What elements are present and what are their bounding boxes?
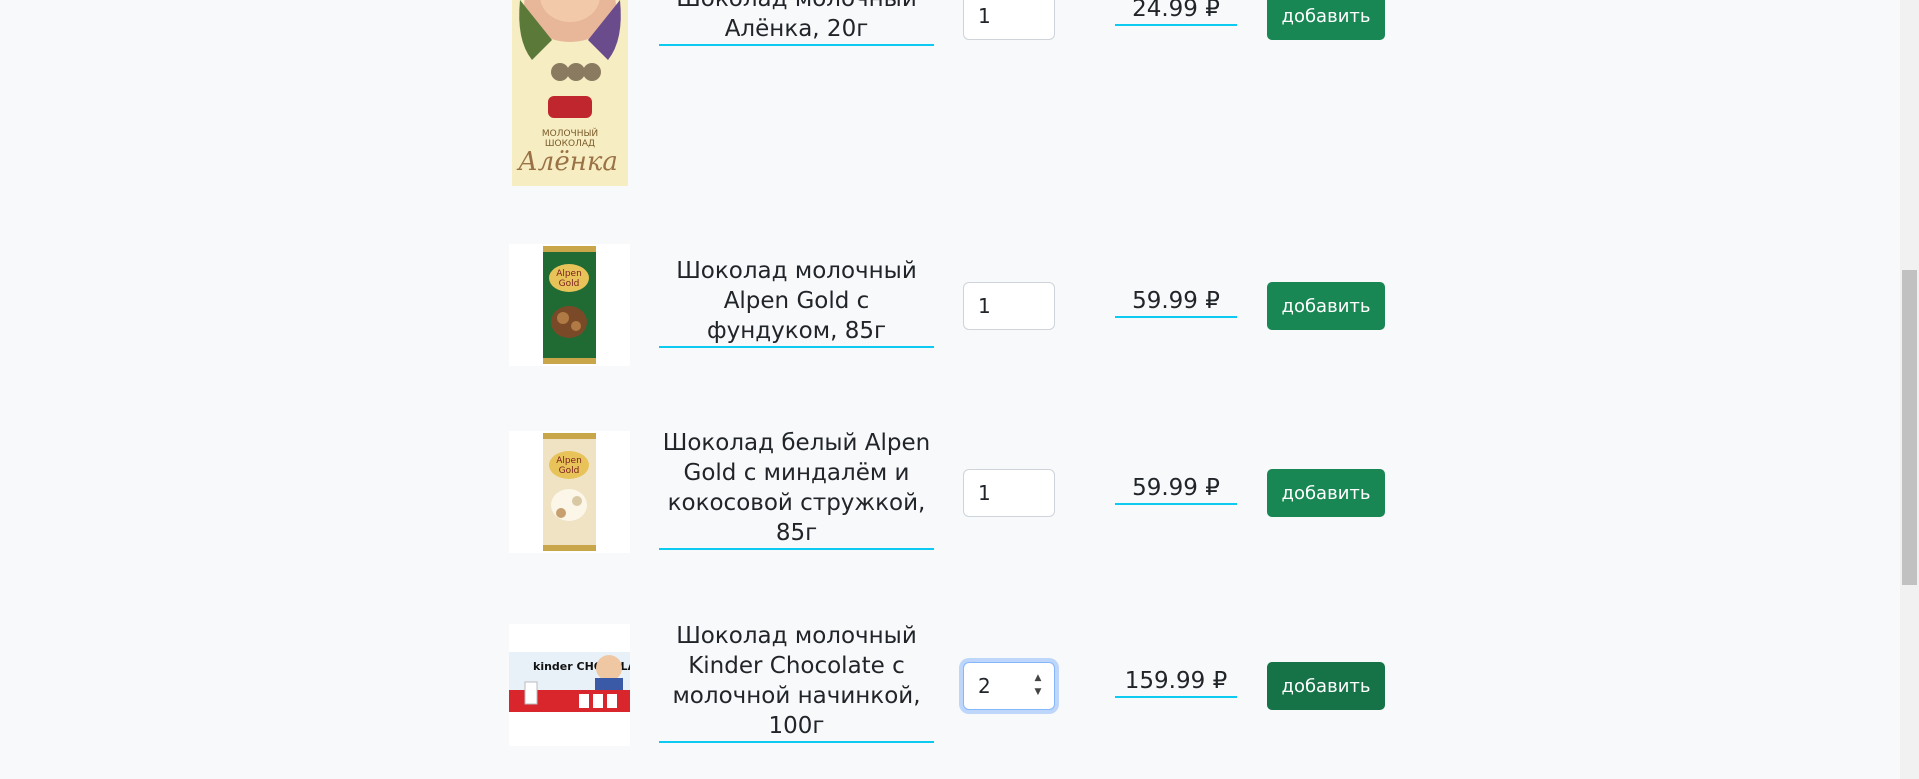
product-name-line: Шоколад белый Alpen bbox=[662, 430, 931, 456]
add-to-cart-button[interactable]: добавить bbox=[1267, 469, 1385, 517]
product-name-line: фундуком, 85г bbox=[706, 318, 887, 344]
add-to-cart-button[interactable]: добавить bbox=[1267, 0, 1385, 40]
stepper-up-icon[interactable]: ▲ bbox=[1035, 672, 1042, 684]
product-row: МОЛОЧНЫЙ ШОКОЛАД Алёнка Шоколад молочный… bbox=[0, 0, 1900, 190]
product-name: Шоколад белый Alpen Gold с миндалём и ко… bbox=[659, 428, 934, 550]
product-name-line: Gold с миндалём и bbox=[683, 460, 910, 486]
product-name-line: 100г bbox=[768, 713, 825, 739]
svg-text:МОЛОЧНЫЙ: МОЛОЧНЫЙ bbox=[542, 127, 598, 139]
product-row: Alpen Gold Шоколад молочный Alpen Gold с… bbox=[0, 244, 1900, 368]
quantity-input[interactable] bbox=[963, 282, 1055, 330]
product-price: 59.99 ₽ bbox=[1115, 473, 1237, 505]
product-name-line: 85г bbox=[775, 520, 818, 546]
product-name-line: Alpen Gold с bbox=[723, 288, 870, 314]
product-name: Шоколад молочный Alpen Gold с фундуком, … bbox=[659, 256, 934, 348]
product-name: Шоколад молочный Алёнка, 20г bbox=[659, 0, 934, 46]
vertical-scrollbar[interactable] bbox=[1900, 0, 1919, 779]
stepper-down-icon[interactable]: ▼ bbox=[1035, 686, 1042, 698]
product-name-line: молочной начинкой, bbox=[672, 683, 921, 709]
product-price: 159.99 ₽ bbox=[1115, 666, 1237, 698]
product-row: kinder CHOCOLATE Шоколад молочный Kinder… bbox=[0, 621, 1900, 748]
scrollbar-thumb[interactable] bbox=[1902, 270, 1917, 585]
quantity-stepper[interactable]: ▲ ▼ bbox=[1031, 672, 1045, 698]
svg-text:Gold: Gold bbox=[559, 466, 580, 476]
svg-text:Gold: Gold bbox=[559, 279, 580, 289]
product-image-kinder-chocolate: kinder CHOCOLATE bbox=[509, 624, 630, 746]
product-row: Alpen Gold Шоколад белый Alpen Gold с ми… bbox=[0, 428, 1900, 555]
product-name-line: Kinder Chocolate с bbox=[688, 653, 905, 679]
add-to-cart-button[interactable]: добавить bbox=[1267, 662, 1385, 710]
product-name: Шоколад молочный Kinder Chocolate с моло… bbox=[659, 621, 934, 743]
quantity-input[interactable] bbox=[963, 0, 1055, 40]
svg-text:Alpen: Alpen bbox=[556, 456, 582, 466]
quantity-input[interactable] bbox=[963, 469, 1055, 517]
product-name-line: Шоколад молочный bbox=[676, 258, 917, 284]
product-image-alpen-gold-hazelnut: Alpen Gold bbox=[509, 244, 630, 366]
product-price: 24.99 ₽ bbox=[1115, 0, 1237, 26]
product-image-alpen-gold-white: Alpen Gold bbox=[509, 431, 630, 553]
product-image-alenka: МОЛОЧНЫЙ ШОКОЛАД Алёнка bbox=[512, 0, 628, 186]
alenka-logo-text: Алёнка bbox=[516, 147, 618, 177]
quantity-field-wrapper: ▲ ▼ bbox=[963, 662, 1055, 710]
product-name-line: Шоколад молочный bbox=[659, 0, 934, 14]
product-name-line: кокосовой стружкой, bbox=[667, 490, 926, 516]
add-to-cart-button[interactable]: добавить bbox=[1267, 282, 1385, 330]
product-name-line: Шоколад молочный bbox=[676, 623, 917, 649]
product-price: 59.99 ₽ bbox=[1115, 286, 1237, 318]
product-name-line: Алёнка, 20г bbox=[724, 16, 869, 42]
svg-text:Alpen: Alpen bbox=[556, 269, 582, 279]
